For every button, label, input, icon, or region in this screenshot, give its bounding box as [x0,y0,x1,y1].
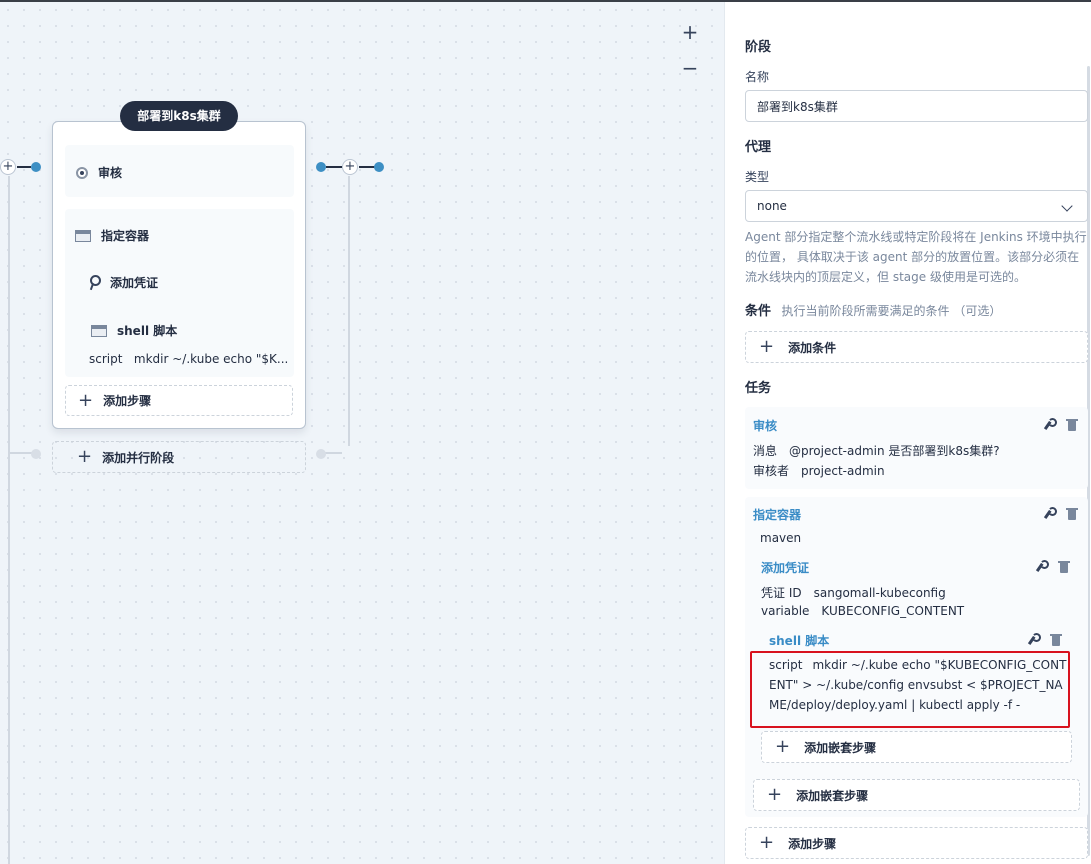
variable-value: KUBECONFIG_CONTENT [821,604,965,618]
message-key: 消息 [753,444,778,458]
step-shell-script: script mkdir ~/.kube echo "$K... [89,352,288,366]
key-icon [86,274,101,291]
plus-icon: + [767,784,783,805]
add-nested-step-inner-button[interactable]: + 添加嵌套步骤 [761,731,1072,763]
zoom-in-button[interactable]: + [680,22,700,42]
add-condition-label: 添加条件 [788,340,837,355]
add-step-panel-label: 添加步骤 [788,836,837,851]
shell-script-key: script [769,658,803,672]
container-value: maven [760,531,802,545]
condition-section: 条件 执行当前阶段所需要满足的条件 （可选） [745,300,1001,319]
review-message-row: 消息 @project-admin 是否部署到k8s集群? [753,442,1000,459]
plus-icon: + [78,389,94,411]
shell-task-title: shell 脚本 [769,634,830,648]
add-parallel-stage-button[interactable]: + 添加并行阶段 [52,441,306,473]
step-shell[interactable]: shell 脚本 [91,322,177,339]
condition-title: 条件 [745,304,772,319]
delete-credential-task-icon[interactable] [1057,560,1071,574]
add-stage-right-button[interactable]: + [342,159,358,175]
plus-icon: + [77,446,93,467]
terminal-icon [75,229,91,242]
credential-id-key: 凭证 ID [761,586,802,600]
right-connector-2 [359,166,375,168]
edit-credential-task-icon[interactable] [1032,560,1049,574]
agent-type-select[interactable]: none [745,190,1088,222]
plus-icon: + [759,832,775,853]
credential-id-row: 凭证 ID sangomall-kubeconfig [761,584,946,601]
edit-review-task-icon[interactable] [1040,418,1057,432]
type-label: 类型 [745,170,770,184]
add-step-button[interactable]: + 添加步骤 [65,385,293,416]
step-review-label: 审核 [98,166,123,180]
name-label: 名称 [745,70,770,84]
edit-shell-task-icon[interactable] [1024,633,1041,647]
delete-review-task-icon[interactable] [1065,418,1079,432]
terminal-icon [91,324,107,337]
edit-container-task-icon[interactable] [1040,507,1057,521]
step-shell-label: shell 脚本 [117,324,178,338]
reviewer-key: 审核者 [753,464,790,478]
shell-script-value: mkdir ~/.kube echo "$KUBECONFIG_CONTENT"… [769,658,1067,712]
delete-shell-task-icon[interactable] [1049,633,1063,647]
agent-description: Agent 部分指定整个流水线或特定阶段将在 Jenkins 环境中执行的位置，… [745,230,1087,284]
agent-section-title: 代理 [745,140,772,155]
right-parallel-dot [316,449,326,459]
add-nested-step-outer-button[interactable]: + 添加嵌套步骤 [753,779,1080,811]
container-task-title: 指定容器 [753,508,802,522]
step-container-label: 指定容器 [101,229,150,243]
script-value: mkdir ~/.kube echo "$K... [133,352,289,366]
stage-section-title: 阶段 [745,40,772,55]
variable-key: variable [761,604,810,618]
credential-id-value: sangomall-kubeconfig [813,586,946,600]
add-step-label: 添加步骤 [103,394,152,408]
add-condition-button[interactable]: + 添加条件 [745,331,1088,363]
plus-icon: + [759,336,775,357]
step-container[interactable]: 指定容器 [75,227,149,244]
stage-name-input[interactable] [745,90,1088,122]
credential-variable-row: variable KUBECONFIG_CONTENT [761,604,964,618]
step-review[interactable]: 审核 [76,164,122,181]
step-credential-label: 添加凭证 [110,276,159,290]
add-stage-left-button[interactable]: + [0,159,16,175]
review-icon [76,166,88,179]
add-parallel-stage-label: 添加并行阶段 [102,450,175,465]
next-stage-dot [374,162,384,172]
reviewer-row: 审核者 project-admin [753,462,885,479]
plus-icon: + [775,736,791,757]
stage-name-badge[interactable]: 部署到k8s集群 [120,101,238,131]
add-nested-step-outer-label: 添加嵌套步骤 [796,788,869,803]
script-key: script [89,352,123,366]
shell-script-text: script mkdir ~/.kube echo "$KUBECONFIG_CO… [769,655,1071,715]
credential-task-title: 添加凭证 [761,561,810,575]
reviewer-value: project-admin [801,464,885,478]
delete-container-task-icon[interactable] [1065,507,1079,521]
right-connector [326,166,342,168]
right-rail [348,176,350,446]
agent-type-value: none [757,199,787,213]
left-rail [8,176,10,864]
left-parallel-dot [31,449,41,459]
review-task-title: 审核 [753,419,778,433]
message-value: @project-admin 是否部署到k8s集群? [789,444,1000,458]
step-credential[interactable]: 添加凭证 [86,274,158,291]
add-nested-step-inner-label: 添加嵌套步骤 [804,740,877,755]
condition-hint: 执行当前阶段所需要满足的条件 （可选） [781,304,1002,318]
left-connector [17,166,31,168]
add-step-panel-button[interactable]: + 添加步骤 [745,827,1088,859]
right-stage-dot [316,162,326,172]
left-stage-dot [31,162,41,172]
tasks-section-title: 任务 [745,381,772,396]
zoom-out-button[interactable]: − [680,58,700,78]
